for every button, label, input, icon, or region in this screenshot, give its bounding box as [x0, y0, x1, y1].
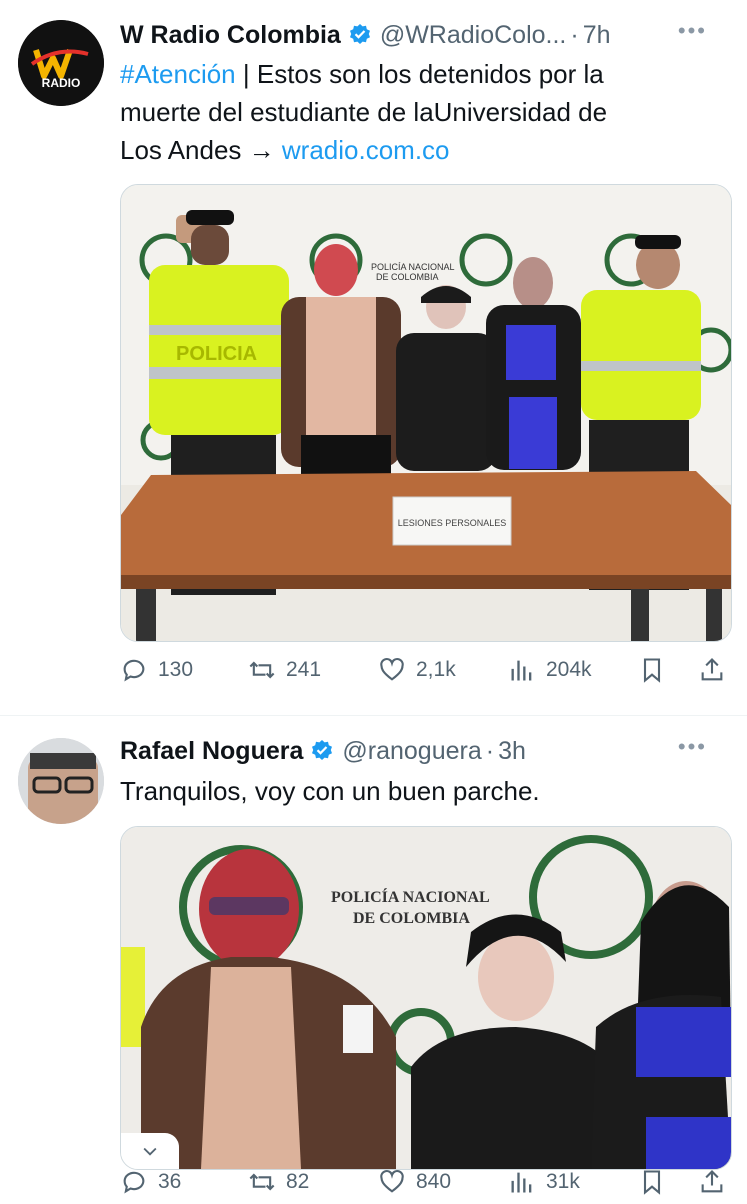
share-icon [701, 1170, 723, 1193]
like-count: 840 [416, 1170, 452, 1193]
views-icon [511, 660, 532, 681]
tweet-2-text: Tranquilos, voy con un buen parche. [120, 776, 540, 806]
bookmark-button[interactable] [638, 656, 666, 684]
text-line: muerte del estudiante de laUniversidad d… [120, 97, 608, 127]
timestamp[interactable]: 7h [583, 21, 611, 50]
like-icon [380, 657, 404, 681]
bookmark-icon [643, 658, 661, 683]
reply-button[interactable]: 36 [120, 1168, 181, 1196]
sign-text: LESIONES PERSONALES [398, 518, 507, 528]
banner-text: DE COLOMBIA [376, 272, 439, 282]
tweet-2-header: Rafael Noguera @ranoguera · 3h ••• [120, 734, 727, 768]
bookmark-icon [643, 1170, 661, 1195]
views-button[interactable]: 204k [508, 656, 592, 684]
chevron-down-icon [143, 1147, 157, 1156]
tweet-2[interactable]: Rafael Noguera @ranoguera · 3h ••• Tranq… [0, 716, 747, 1200]
link[interactable]: wradio.com.co [282, 135, 450, 165]
views-icon [511, 1172, 532, 1193]
more-icon[interactable]: ••• [678, 734, 707, 760]
banner-text: DE COLOMBIA [353, 910, 470, 927]
share-icon [701, 658, 723, 681]
hashtag[interactable]: #Atención [120, 59, 236, 89]
views-count: 204k [546, 658, 592, 681]
like-count: 2,1k [416, 658, 456, 681]
repost-count: 82 [286, 1170, 310, 1193]
tweet-1-text: #Atención | Estos son los detenidos por … [120, 55, 607, 169]
handle[interactable]: @ranoguera [342, 737, 481, 766]
reply-button[interactable]: 130 [120, 656, 193, 684]
expand-button[interactable] [121, 1133, 179, 1169]
press-photo: POLICÍA NACIONAL DE COLOMBIA POLICIA LES… [121, 185, 731, 641]
tweet-1[interactable]: RADIO W Radio Colombia @WRadioColo... · … [0, 0, 747, 715]
tweet-2-photo[interactable]: POLICÍA NACIONAL DE COLOMBIA [120, 826, 732, 1170]
text-line: Los Andes → [120, 135, 282, 165]
tweet-1-photo[interactable]: POLICÍA NACIONAL DE COLOMBIA POLICIA LES… [120, 184, 732, 642]
tweet-2-actions: 36 82 840 31k [120, 1168, 730, 1204]
tweet-1-header: W Radio Colombia @WRadioColo... · 7h ••• [120, 18, 727, 52]
reply-count: 130 [158, 658, 194, 681]
more-icon[interactable]: ••• [678, 18, 707, 44]
banner-text: POLICÍA NACIONAL [371, 262, 455, 272]
banner-text: POLICÍA NACIONAL [331, 887, 490, 906]
views-count: 31k [546, 1170, 580, 1193]
repost-icon [249, 661, 275, 679]
avatar-rafael[interactable] [18, 738, 104, 824]
share-button[interactable] [698, 1168, 726, 1196]
repost-icon [249, 1173, 275, 1191]
verified-icon [349, 24, 370, 44]
avatar-text: RADIO [41, 76, 81, 90]
share-button[interactable] [698, 656, 726, 684]
views-button[interactable]: 31k [508, 1168, 580, 1196]
press-photo-crop: POLICÍA NACIONAL DE COLOMBIA [121, 827, 731, 1169]
vest-text: POLICIA [176, 343, 257, 365]
like-button[interactable]: 2,1k [378, 656, 456, 684]
repost-button[interactable]: 241 [248, 656, 321, 684]
verified-icon [312, 740, 333, 760]
timestamp[interactable]: 3h [498, 737, 526, 766]
separator: · [570, 20, 579, 49]
tweet-1-actions: 130 241 2,1k 204k [120, 656, 730, 692]
avatar-wradio[interactable]: RADIO [18, 20, 104, 106]
repost-button[interactable]: 82 [248, 1168, 309, 1196]
wradio-logo [18, 20, 104, 106]
bookmark-button[interactable] [638, 1168, 666, 1196]
avatar-photo [18, 738, 104, 824]
text-line: | Estos son los detenidos por la [235, 59, 604, 89]
reply-count: 36 [158, 1170, 182, 1193]
like-icon [380, 1169, 404, 1193]
reply-icon [123, 659, 145, 682]
repost-count: 241 [286, 658, 322, 681]
display-name[interactable]: Rafael Noguera [120, 737, 303, 766]
display-name[interactable]: W Radio Colombia [120, 21, 341, 50]
reply-icon [123, 1171, 145, 1194]
like-button[interactable]: 840 [378, 1168, 451, 1196]
separator: · [485, 736, 495, 765]
handle[interactable]: @WRadioColo... [380, 21, 567, 50]
